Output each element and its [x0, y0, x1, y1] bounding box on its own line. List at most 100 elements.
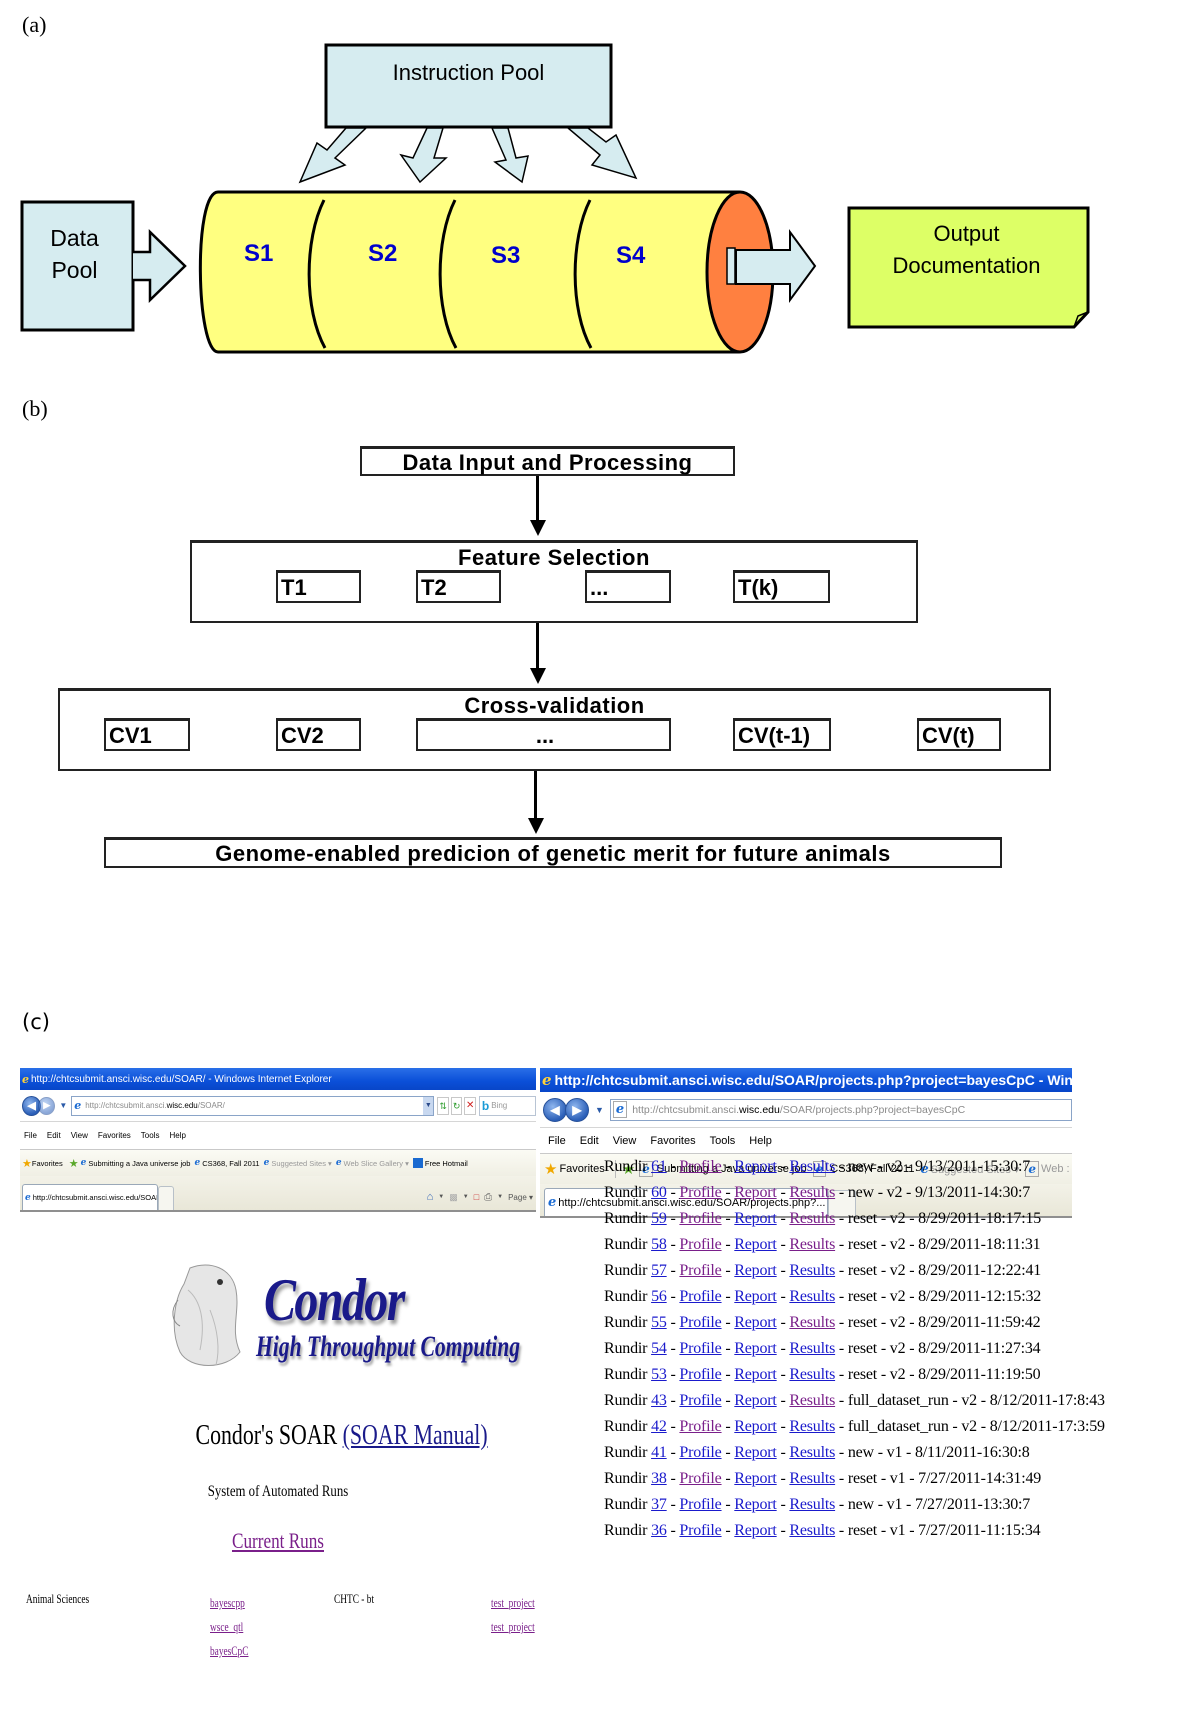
report-link[interactable]: Report [734, 1340, 777, 1357]
rundir-id-link[interactable]: 38 [651, 1470, 667, 1487]
project-link-bayescpc[interactable]: bayesCpC [210, 1643, 248, 1658]
report-link[interactable]: Report [734, 1262, 777, 1279]
refresh-icon[interactable]: ↻ [450, 1096, 463, 1115]
menu-help[interactable]: Help [749, 1135, 772, 1147]
results-link[interactable]: Results [789, 1184, 835, 1201]
profile-link[interactable]: Profile [679, 1340, 721, 1357]
report-link[interactable]: Report [734, 1236, 777, 1253]
profile-link[interactable]: Profile [679, 1288, 721, 1305]
profile-link[interactable]: Profile [679, 1496, 721, 1513]
favorites-button[interactable]: Favorites [559, 1163, 604, 1175]
profile-link[interactable]: Profile [679, 1314, 721, 1331]
rundir-id-link[interactable]: 61 [651, 1158, 667, 1175]
profile-link[interactable]: Profile [679, 1418, 721, 1435]
stop-icon[interactable]: ✕ [464, 1096, 476, 1115]
fav-link-cs368[interactable]: CS368, Fall 2011 [202, 1159, 259, 1168]
menu-help[interactable]: Help [169, 1131, 185, 1140]
results-link[interactable]: Results [789, 1392, 835, 1409]
profile-link[interactable]: Profile [679, 1236, 721, 1253]
project-link-bayescpp[interactable]: bayescpp [210, 1595, 245, 1610]
favorites-button[interactable]: Favorites [32, 1159, 63, 1168]
rundir-id-link[interactable]: 43 [651, 1392, 667, 1409]
address-dropdown-icon[interactable]: ▼ [423, 1096, 434, 1115]
print-icon[interactable]: ⎙ [484, 1192, 492, 1203]
rundir-id-link[interactable]: 36 [651, 1522, 667, 1539]
results-link[interactable]: Results [789, 1262, 835, 1279]
rundir-id-link[interactable]: 41 [651, 1444, 667, 1461]
report-link[interactable]: Report [734, 1210, 777, 1227]
results-link[interactable]: Results [789, 1418, 835, 1435]
report-link[interactable]: Report [734, 1184, 777, 1201]
fav-link-web-slice[interactable]: Web : [1041, 1163, 1070, 1175]
menu-tools[interactable]: Tools [141, 1131, 160, 1140]
report-link[interactable]: Report [734, 1366, 777, 1383]
rundir-id-link[interactable]: 60 [651, 1184, 667, 1201]
results-link[interactable]: Results [789, 1314, 835, 1331]
menu-view[interactable]: View [613, 1135, 637, 1147]
rundir-id-link[interactable]: 59 [651, 1210, 667, 1227]
profile-link[interactable]: Profile [679, 1158, 721, 1175]
profile-link[interactable]: Profile [679, 1184, 721, 1201]
report-link[interactable]: Report [734, 1522, 777, 1539]
results-link[interactable]: Results [789, 1210, 835, 1227]
rundir-id-link[interactable]: 53 [651, 1366, 667, 1383]
menu-view[interactable]: View [71, 1131, 88, 1140]
menu-edit[interactable]: Edit [580, 1135, 599, 1147]
menu-file[interactable]: File [548, 1135, 566, 1147]
rundir-id-link[interactable]: 54 [651, 1340, 667, 1357]
results-link[interactable]: Results [789, 1496, 835, 1513]
report-link[interactable]: Report [734, 1158, 777, 1175]
history-dropdown-icon[interactable]: ▼ [595, 1105, 604, 1115]
results-link[interactable]: Results [789, 1236, 835, 1253]
rundir-id-link[interactable]: 42 [651, 1418, 667, 1435]
results-link[interactable]: Results [789, 1340, 835, 1357]
feeds-icon[interactable]: ▩ [449, 1192, 458, 1203]
report-link[interactable]: Report [734, 1444, 777, 1461]
fav-link-web-slice-gallery[interactable]: Web Slice Gallery ▾ [344, 1159, 409, 1168]
rundir-id-link[interactable]: 55 [651, 1314, 667, 1331]
results-link[interactable]: Results [789, 1470, 835, 1487]
back-button[interactable]: ◀ [543, 1097, 567, 1122]
menu-tools[interactable]: Tools [710, 1135, 736, 1147]
rundir-id-link[interactable]: 58 [651, 1236, 667, 1253]
menu-favorites[interactable]: Favorites [650, 1135, 695, 1147]
project-link-test-project[interactable]: test_project [491, 1619, 535, 1634]
report-link[interactable]: Report [734, 1418, 777, 1435]
add-favorite-icon[interactable]: ★ [69, 1157, 79, 1170]
fav-link-java-job[interactable]: Submitting a Java universe job [88, 1159, 190, 1168]
right-address-bar[interactable]: e http://chtcsubmit.ansci. wisc.edu/SOAR/… [609, 1098, 1072, 1121]
project-link-test-project[interactable]: test_project [491, 1595, 535, 1610]
rundir-id-link[interactable]: 56 [651, 1288, 667, 1305]
results-link[interactable]: Results [789, 1288, 835, 1305]
page-menu[interactable]: Page ▾ [508, 1193, 533, 1202]
profile-link[interactable]: Profile [679, 1522, 721, 1539]
results-link[interactable]: Results [789, 1158, 835, 1175]
profile-link[interactable]: Profile [679, 1392, 721, 1409]
current-runs-link[interactable]: Current Runs [232, 1528, 324, 1553]
soar-manual-link[interactable]: (SOAR Manual) [343, 1420, 488, 1451]
report-link[interactable]: Report [734, 1470, 777, 1487]
results-link[interactable]: Results [789, 1522, 835, 1539]
menu-file[interactable]: File [24, 1131, 37, 1140]
report-link[interactable]: Report [734, 1392, 777, 1409]
results-link[interactable]: Results [789, 1366, 835, 1383]
new-tab-button[interactable] [158, 1186, 174, 1210]
profile-link[interactable]: Profile [679, 1262, 721, 1279]
report-link[interactable]: Report [734, 1496, 777, 1513]
rundir-id-link[interactable]: 37 [651, 1496, 667, 1513]
profile-link[interactable]: Profile [679, 1366, 721, 1383]
profile-link[interactable]: Profile [679, 1210, 721, 1227]
results-link[interactable]: Results [789, 1444, 835, 1461]
menu-edit[interactable]: Edit [47, 1131, 61, 1140]
home-icon[interactable]: ⌂ [427, 1191, 434, 1203]
search-box[interactable]: b Bing [478, 1095, 536, 1116]
fav-link-suggested-sites[interactable]: Suggested Sites ▾ [271, 1159, 331, 1168]
forward-button[interactable]: ▶ [38, 1096, 56, 1115]
report-link[interactable]: Report [734, 1288, 777, 1305]
history-dropdown-icon[interactable]: ▼ [59, 1101, 67, 1110]
menu-favorites[interactable]: Favorites [98, 1131, 131, 1140]
forward-button[interactable]: ▶ [565, 1097, 589, 1122]
left-address-bar[interactable]: e http://chtcsubmit.ansci. wisc.edu/SOAR/… [71, 1095, 435, 1116]
fav-link-free-hotmail[interactable]: Free Hotmail [425, 1159, 468, 1168]
report-link[interactable]: Report [734, 1314, 777, 1331]
